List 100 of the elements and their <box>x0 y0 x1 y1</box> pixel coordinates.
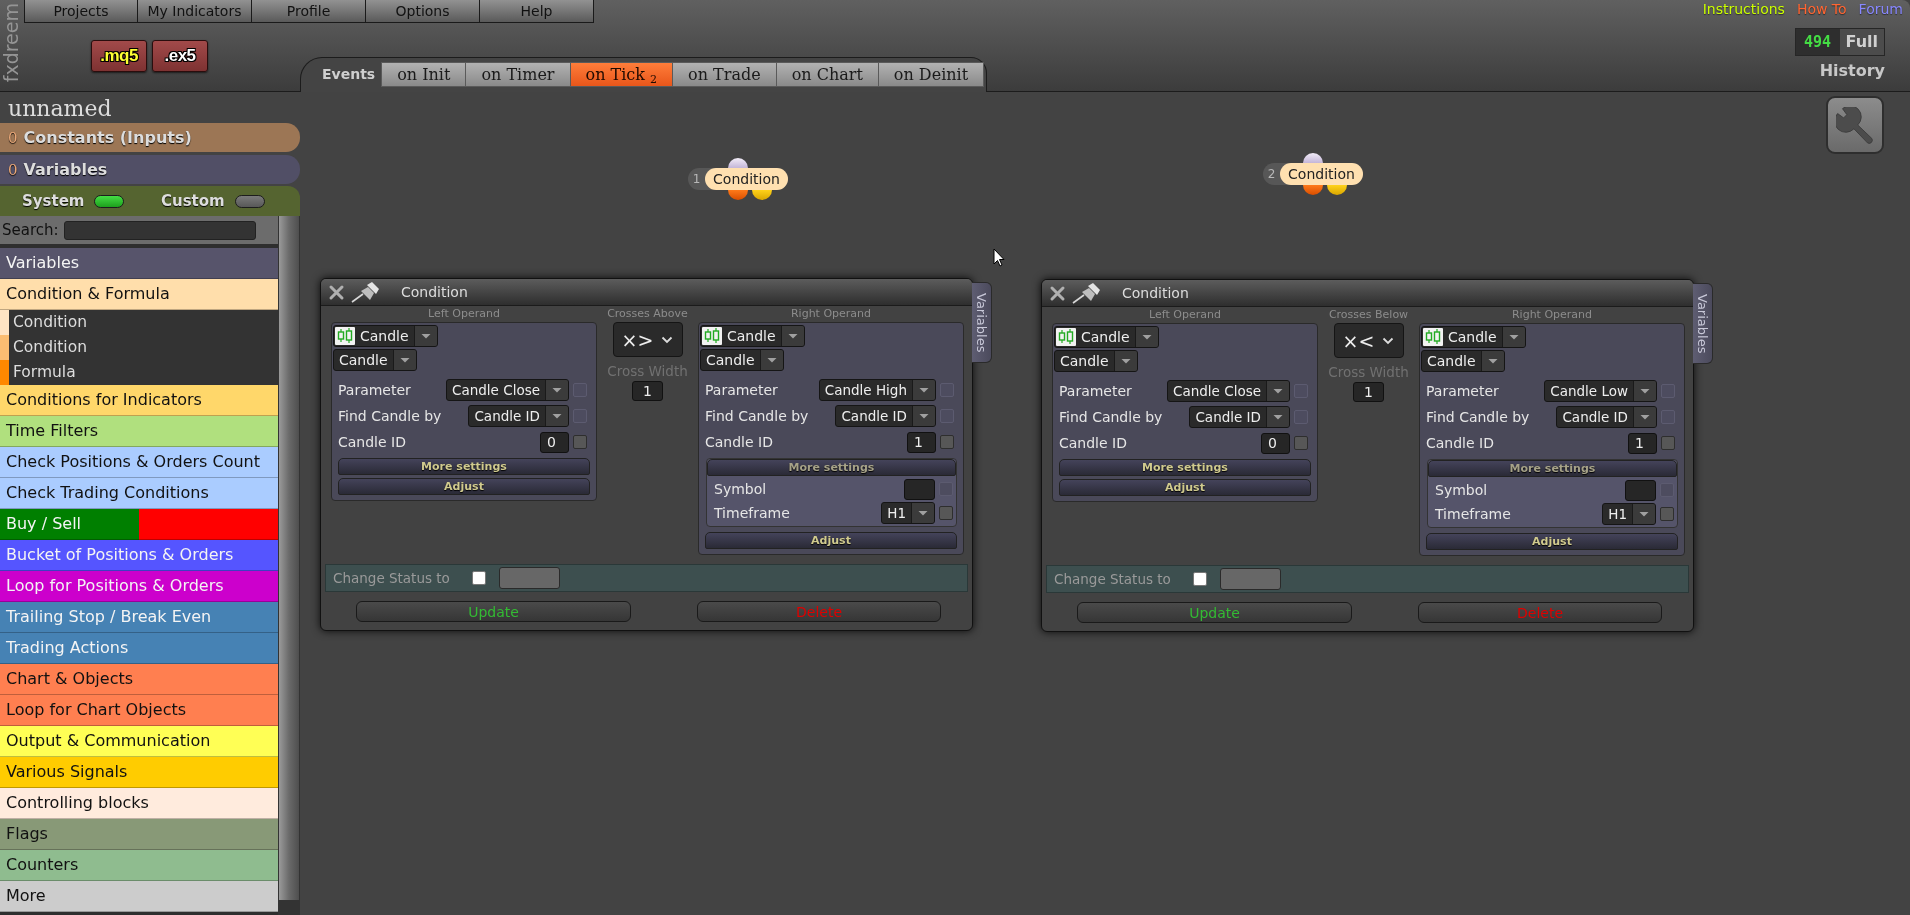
category-item[interactable]: Trailing Stop / Break Even <box>0 602 278 633</box>
side-tab[interactable]: Variables <box>1693 283 1713 364</box>
value-dropdown[interactable]: Candle High <box>818 379 936 401</box>
adjust-button[interactable]: Adjust <box>1059 479 1311 496</box>
action-button[interactable]: Update <box>1077 602 1352 623</box>
value-field[interactable]: 0 <box>1261 432 1290 454</box>
cross-width-field[interactable]: 1 <box>632 381 663 401</box>
event-tab[interactable]: on Timer <box>466 62 571 87</box>
checkbox[interactable] <box>1660 507 1674 521</box>
category-item[interactable]: Various Signals <box>0 757 278 788</box>
input-port-icon[interactable] <box>728 158 748 168</box>
block-item[interactable]: Formula <box>0 360 278 385</box>
event-tab[interactable]: on Trade <box>673 62 777 87</box>
output-port-icon[interactable] <box>1327 185 1347 195</box>
close-icon[interactable] <box>328 283 345 301</box>
type-dropdown[interactable]: Candle <box>700 349 784 371</box>
toggle-switch[interactable] <box>234 194 265 208</box>
category-item[interactable]: Loop for Positions & Orders <box>0 571 278 602</box>
toggle-switch[interactable] <box>94 194 125 208</box>
category-item[interactable]: Counters <box>0 850 278 881</box>
checkbox[interactable] <box>573 435 587 449</box>
category-item[interactable]: Condition & Formula <box>0 279 278 310</box>
value-field[interactable]: 0 <box>540 431 569 453</box>
block-item[interactable]: Condition <box>0 335 278 360</box>
pushpin-icon[interactable] <box>1072 282 1101 304</box>
checkbox[interactable] <box>940 435 954 449</box>
more-settings-button[interactable]: More settings <box>707 459 956 476</box>
menu-item[interactable]: Profile <box>252 0 366 23</box>
checkbox[interactable] <box>939 506 953 520</box>
tools-button[interactable] <box>1826 96 1884 154</box>
category-item[interactable]: Variables <box>0 248 278 279</box>
value-dropdown[interactable]: Candle Close <box>1167 380 1290 402</box>
operator-dropdown[interactable]: ×> <box>612 322 683 357</box>
category-item[interactable]: More <box>0 881 278 912</box>
category-item[interactable]: Check Positions & Orders Count <box>0 447 278 478</box>
category-item[interactable]: Conditions for Indicators <box>0 385 278 416</box>
export-button[interactable]: .mq5 <box>91 40 147 72</box>
value-dropdown[interactable]: H1 <box>1602 503 1656 525</box>
pushpin-icon[interactable] <box>351 281 380 303</box>
value-dropdown[interactable]: H1 <box>881 502 935 524</box>
event-tab[interactable]: on Chart <box>776 62 879 87</box>
value-dropdown[interactable]: Candle ID <box>468 405 569 427</box>
history-button[interactable]: History <box>1819 62 1885 80</box>
category-item[interactable]: Chart & Objects <box>0 664 278 695</box>
category-item[interactable]: Check Trading Conditions <box>0 478 278 509</box>
category-item[interactable]: Buy / Sell <box>0 509 278 540</box>
category-item[interactable]: Output & Communication <box>0 726 278 757</box>
category-item[interactable]: Flags <box>0 819 278 850</box>
category-item[interactable]: Bucket of Positions & Orders <box>0 540 278 571</box>
menu-item[interactable]: Options <box>366 0 480 23</box>
event-tab[interactable]: on Init <box>381 62 467 87</box>
value-dropdown[interactable]: Candle ID <box>1556 406 1657 428</box>
action-button[interactable]: Update <box>356 601 631 622</box>
category-item[interactable]: Controlling blocks <box>0 788 278 819</box>
cross-width-field[interactable]: 1 <box>1353 382 1384 402</box>
value-field[interactable] <box>1625 479 1656 501</box>
event-tab[interactable]: on Tick $_{2}$ <box>570 62 674 87</box>
adjust-button[interactable]: Adjust <box>338 478 590 495</box>
menu-item[interactable]: My Indicators <box>138 0 252 23</box>
value-dropdown[interactable]: Candle Low <box>1544 380 1657 402</box>
type-dropdown[interactable]: Candle <box>1421 350 1505 372</box>
checkbox[interactable] <box>1192 572 1207 586</box>
output-port-icon[interactable] <box>728 190 748 200</box>
category-item[interactable]: Trading Actions <box>0 633 278 664</box>
type-dropdown[interactable]: Candle <box>333 349 417 371</box>
category-item[interactable]: Loop for Chart Objects <box>0 695 278 726</box>
checkbox[interactable] <box>471 571 486 585</box>
value-dropdown[interactable]: Candle ID <box>835 405 936 427</box>
value-dropdown[interactable]: Candle Close <box>446 379 569 401</box>
event-tab[interactable]: on Deinit <box>878 62 985 87</box>
flow-block[interactable]: 2 Condition <box>1263 163 1363 185</box>
side-tab[interactable]: Variables <box>972 282 992 363</box>
close-icon[interactable] <box>1049 284 1066 302</box>
checkbox[interactable] <box>1294 436 1308 450</box>
status-field[interactable] <box>498 567 560 589</box>
menu-item[interactable]: Help <box>480 0 594 23</box>
search-field[interactable] <box>63 220 256 240</box>
more-settings-button[interactable]: More settings <box>338 458 590 475</box>
source-dropdown[interactable]: Candle <box>700 325 805 347</box>
more-settings-button[interactable]: More settings <box>1059 459 1311 476</box>
output-port-icon[interactable] <box>1303 185 1323 195</box>
output-port-icon[interactable] <box>752 190 772 200</box>
input-port-icon[interactable] <box>1303 153 1323 163</box>
export-button[interactable]: .ex5 <box>152 40 208 72</box>
status-field[interactable] <box>1219 568 1281 590</box>
source-dropdown[interactable]: Candle <box>333 325 438 347</box>
menu-item[interactable]: Projects <box>24 0 138 23</box>
block-item[interactable]: Condition <box>0 310 278 335</box>
section-header[interactable]: 0 Variables <box>0 155 300 184</box>
flow-block[interactable]: 1 Condition <box>688 168 788 190</box>
value-field[interactable]: 1 <box>1628 432 1657 454</box>
source-dropdown[interactable]: Candle <box>1421 326 1526 348</box>
operator-dropdown[interactable]: ×< <box>1333 323 1404 358</box>
help-link[interactable]: Instructions <box>1702 1 1785 17</box>
category-item[interactable]: Time Filters <box>0 416 278 447</box>
adjust-button[interactable]: Adjust <box>705 532 957 549</box>
type-dropdown[interactable]: Candle <box>1054 350 1138 372</box>
adjust-button[interactable]: Adjust <box>1426 533 1678 550</box>
value-dropdown[interactable]: Candle ID <box>1189 406 1290 428</box>
more-settings-button[interactable]: More settings <box>1428 460 1677 477</box>
